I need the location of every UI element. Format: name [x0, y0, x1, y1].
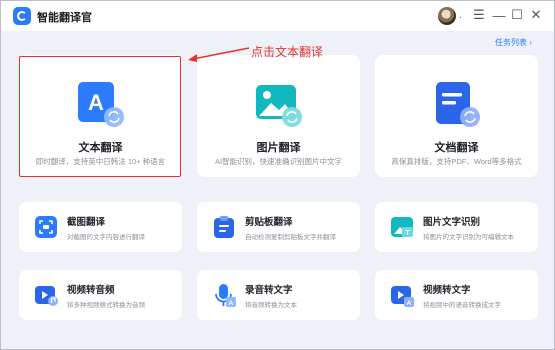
title-bar: 智能翻译官 . ☰ — ☐ ✕	[1, 1, 554, 31]
menu-button[interactable]: ☰	[471, 7, 487, 23]
image-translate-icon	[256, 85, 302, 127]
tool-description: 将图片的文字识别为可编辑文本	[423, 234, 514, 241]
card-description: 高保真排版，支持PDF、Word等多格式	[391, 157, 522, 166]
video-to-audio-icon	[35, 286, 58, 306]
avatar[interactable]	[438, 7, 456, 25]
tool-title: 剪贴板翻译	[245, 217, 293, 228]
audio-to-text-card[interactable]: A 录音转文字 将音频转换为文本	[197, 270, 360, 320]
tool-title: 图片文字识别	[423, 217, 481, 228]
tool-title: 截图翻译	[67, 217, 106, 228]
image-translate-card[interactable]: 图片翻译 AI智能识别，快速准确识别图片中文字	[197, 55, 360, 177]
audio-to-text-icon: A	[215, 284, 236, 307]
close-button[interactable]: ✕	[528, 7, 544, 23]
document-translate-icon	[436, 82, 480, 127]
task-list-link[interactable]: 任务列表 ›	[495, 37, 532, 48]
document-translate-card[interactable]: 文档翻译 高保真排版，支持PDF、Word等多格式	[375, 55, 538, 177]
tool-title: 录音转文字	[245, 285, 293, 296]
tool-description: 对截图的文字内容进行翻译	[67, 234, 145, 241]
card-description: AI智能识别，快速准确识别图片中文字	[214, 157, 343, 166]
video-to-audio-card[interactable]: 视频转音频 将多种视频格式转换为音频	[19, 270, 182, 320]
card-title: 文本翻译	[78, 142, 123, 154]
card-title: 文档翻译	[434, 142, 479, 154]
screenshot-icon	[35, 216, 57, 238]
minimize-button[interactable]: —	[491, 7, 507, 23]
card-description: 即时翻译，支持英中日韩法 10+ 种语言	[35, 157, 166, 166]
maximize-button[interactable]: ☐	[509, 7, 525, 23]
text-translate-icon: A	[78, 82, 124, 127]
tool-description: 将视频中的语音转换成文字	[423, 302, 501, 309]
card-title: 图片翻译	[256, 142, 301, 154]
svg-text:T: T	[405, 230, 410, 237]
image-ocr-card[interactable]: T 图片文字识别 将图片的文字识别为可编辑文本	[375, 202, 538, 252]
tool-description: 自动检测复制剪贴板文字并翻译	[245, 234, 336, 241]
tool-title: 视频转音频	[67, 285, 115, 296]
ocr-icon: T	[391, 217, 413, 237]
text-translate-card[interactable]: A 文本翻译 即时翻译，支持英中日韩法 10+ 种语言	[19, 55, 182, 177]
video-to-text-card[interactable]: A 视频转文字 将视频中的语音转换成文字	[375, 270, 538, 320]
app-window: 智能翻译官 . ☰ — ☐ ✕ 任务列表 › A 文本翻译 即时翻译，支持英中日…	[0, 0, 555, 350]
clipboard-translate-card[interactable]: 剪贴板翻译 自动检测复制剪贴板文字并翻译	[197, 202, 360, 252]
app-logo-icon	[13, 7, 31, 25]
clipboard-icon	[214, 216, 234, 238]
user-status-dot: .	[459, 10, 462, 21]
video-to-text-icon: A	[391, 286, 414, 307]
svg-text:A: A	[88, 90, 104, 115]
screenshot-translate-card[interactable]: 截图翻译 对截图的文字内容进行翻译	[19, 202, 182, 252]
tool-description: 将多种视频格式转换为音频	[67, 302, 145, 309]
tool-title: 视频转文字	[423, 285, 471, 296]
svg-text:A: A	[229, 300, 234, 307]
annotation-arrow-icon	[188, 47, 250, 62]
svg-text:A: A	[407, 300, 412, 307]
annotation-text: 点击文本翻译	[251, 45, 324, 59]
tool-description: 将音频转换为文本	[245, 302, 297, 309]
app-title: 智能翻译官	[37, 12, 92, 24]
